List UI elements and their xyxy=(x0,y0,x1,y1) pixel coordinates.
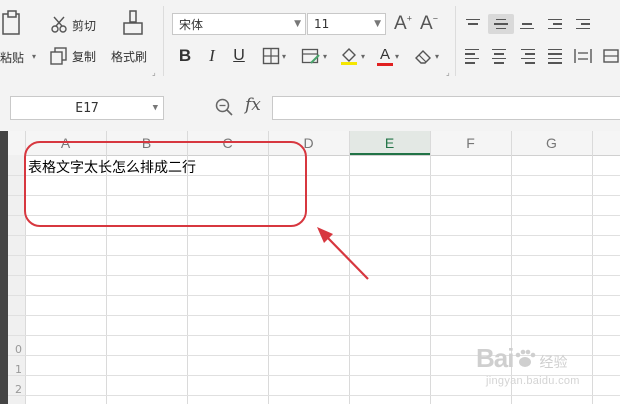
chevron-down-icon: ▼ xyxy=(374,19,381,29)
paste-icon xyxy=(2,10,20,35)
grid-line xyxy=(592,131,593,404)
increase-font-size-button[interactable]: A+ xyxy=(394,12,412,36)
align-center-button[interactable] xyxy=(488,46,510,66)
bold-button[interactable]: B xyxy=(174,44,196,68)
font-size-value: 11 xyxy=(314,17,330,31)
row-number[interactable]: 2 xyxy=(8,383,22,396)
column-header-g[interactable]: G xyxy=(511,131,592,155)
formula-bar: E17 ▼ fx xyxy=(0,84,620,131)
insert-function-button[interactable]: fx xyxy=(245,95,261,115)
font-size-select[interactable]: 11 ▼ xyxy=(307,13,386,35)
paint-bucket-icon xyxy=(340,48,357,65)
grid-line xyxy=(8,315,620,316)
name-box[interactable]: E17 ▼ xyxy=(10,96,164,120)
ribbon-toolbar: 粘贴 ▾ 剪切 复制 格式刷 ⌟ 宋体 ▼ 11 ▼ A+ A− B I U ▾… xyxy=(0,0,620,85)
italic-button[interactable]: I xyxy=(202,44,222,68)
eraser-icon xyxy=(414,50,431,64)
grid-line xyxy=(8,275,620,276)
paw-logo xyxy=(516,349,536,367)
clipboard-group-launcher-icon[interactable]: ⌟ xyxy=(152,68,156,77)
chevron-down-icon: ▼ xyxy=(152,103,158,113)
grid-line xyxy=(430,131,431,404)
watermark-brand: Bai xyxy=(476,343,514,373)
align-bottom-button[interactable] xyxy=(516,14,538,34)
distributed-align-icon xyxy=(574,49,592,63)
decrease-font-size-button[interactable]: A− xyxy=(420,12,438,36)
underline-button[interactable]: U xyxy=(228,44,250,68)
paste-button[interactable]: 粘贴 ▾ xyxy=(0,6,36,72)
clear-format-button[interactable]: ▾ xyxy=(408,44,444,68)
font-group-launcher-icon[interactable]: ⌟ xyxy=(446,68,450,77)
paste-label: 粘贴 xyxy=(0,51,25,65)
copy-label: 复制 xyxy=(72,49,97,64)
underline-icon: U xyxy=(233,47,245,64)
watermark-url: jingyan.baidu.com xyxy=(486,375,580,387)
copy-button[interactable]: 复制 xyxy=(50,46,96,66)
increase-indent-button[interactable] xyxy=(572,14,594,34)
column-header-e[interactable]: E xyxy=(349,131,430,155)
grid-line xyxy=(8,335,620,336)
cell-style-icon xyxy=(301,48,320,64)
zoom-icon[interactable] xyxy=(215,98,233,116)
column-header-f[interactable]: F xyxy=(430,131,511,155)
paste-dropdown-icon[interactable]: ▾ xyxy=(32,52,36,61)
copy-icon xyxy=(50,47,67,65)
font-color-bar xyxy=(376,62,393,66)
group-divider xyxy=(455,6,456,76)
font-color-button[interactable]: A ▾ xyxy=(372,44,404,68)
row-number[interactable]: 0 xyxy=(8,343,22,356)
font-color-icon: A xyxy=(379,45,390,63)
window-edge xyxy=(0,131,8,404)
italic-icon: I xyxy=(209,46,215,65)
grid-line xyxy=(8,255,620,256)
format-painter-label: 格式刷 xyxy=(111,50,148,64)
cut-label: 剪切 xyxy=(72,18,97,33)
group-divider xyxy=(163,6,164,76)
chevron-down-icon: ▾ xyxy=(434,51,439,61)
chevron-down-icon: ▼ xyxy=(294,19,301,29)
cell-reference: E17 xyxy=(75,100,99,116)
chevron-down-icon: ▾ xyxy=(360,51,365,61)
decrease-indent-button[interactable] xyxy=(544,14,566,34)
cut-button[interactable]: 剪切 xyxy=(50,15,96,35)
format-painter-icon xyxy=(123,10,143,35)
cell-style-button[interactable]: ▾ xyxy=(296,44,332,68)
formula-input[interactable] xyxy=(272,96,620,120)
font-name-value: 宋体 xyxy=(179,17,204,32)
font-name-select[interactable]: 宋体 ▼ xyxy=(172,13,306,35)
increase-font-icon: A+ xyxy=(394,13,412,34)
watermark-suffix: 经验 xyxy=(539,355,568,371)
chevron-down-icon: ▾ xyxy=(322,51,327,61)
annotation-circle xyxy=(24,141,307,227)
watermark: Bai 经验 jingyan.baidu.com xyxy=(476,343,579,387)
justify-button[interactable] xyxy=(544,46,566,66)
align-right-button[interactable] xyxy=(516,46,538,66)
grid-line xyxy=(8,235,620,236)
row-number[interactable]: 1 xyxy=(8,363,22,376)
merge-icon xyxy=(603,49,619,63)
grid-line xyxy=(8,395,620,396)
borders-icon xyxy=(262,47,280,65)
merge-cells-button[interactable] xyxy=(602,46,620,66)
fill-color-button[interactable]: ▾ xyxy=(334,44,370,68)
borders-button[interactable]: ▾ xyxy=(256,44,292,68)
grid-line xyxy=(8,295,620,296)
scissors-icon xyxy=(51,16,67,33)
bold-icon: B xyxy=(178,46,192,65)
decrease-font-icon: A− xyxy=(420,13,438,34)
grid-line xyxy=(349,131,350,404)
chevron-down-icon: ▾ xyxy=(281,51,286,61)
align-left-button[interactable] xyxy=(462,46,484,66)
align-top-button[interactable] xyxy=(462,14,484,34)
align-middle-button[interactable] xyxy=(488,14,514,34)
distributed-align-button[interactable] xyxy=(572,46,594,66)
format-painter-button[interactable]: 格式刷 xyxy=(108,8,158,70)
chevron-down-icon: ▾ xyxy=(394,51,399,61)
